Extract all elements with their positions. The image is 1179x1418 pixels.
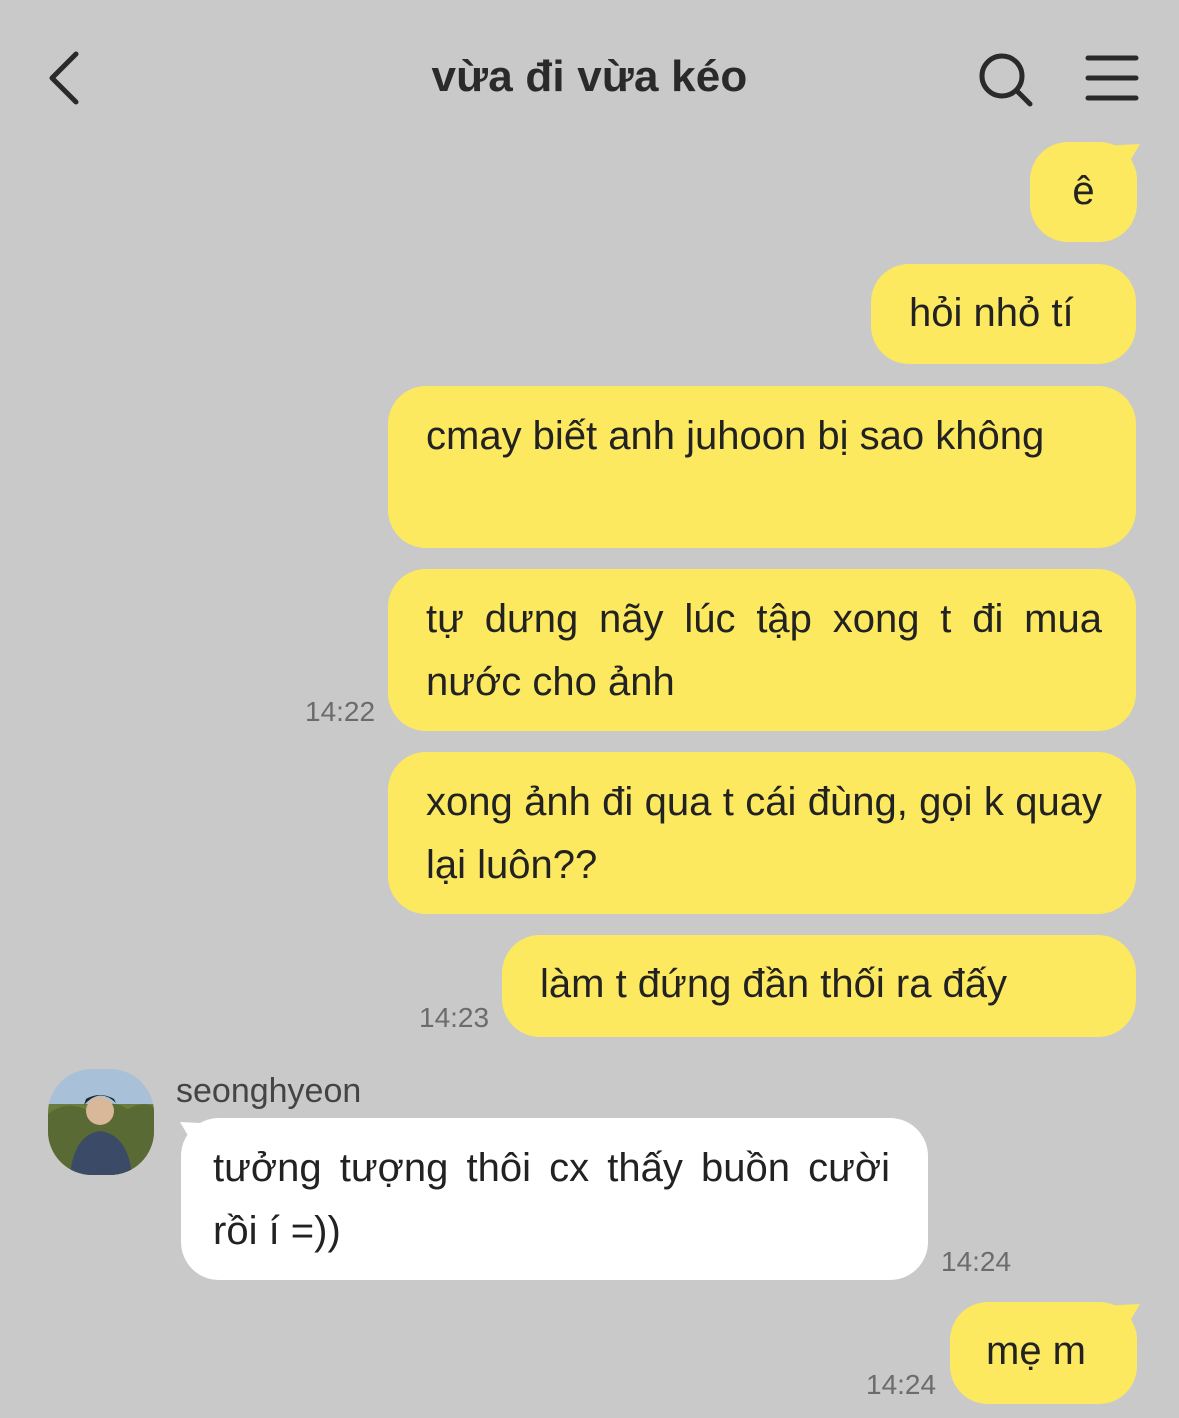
message-text: làm t đứng đần thối ra đấy [540, 962, 1008, 1006]
message-text: cmay biết anh juhoon bị sao không [426, 414, 1045, 458]
chat-header: vừa đi vừa kéo [0, 0, 1179, 150]
message-timestamp: 14:23 [419, 1002, 490, 1033]
message-bubble-received[interactable]: tưởng tượng thôi cx thấy buồn cười rồi í… [181, 1118, 928, 1280]
avatar-photo [48, 1069, 154, 1175]
message-bubble-sent[interactable]: làm t đứng đần thối ra đấy [502, 935, 1136, 1037]
message-text: hỏi nhỏ tí [909, 291, 1074, 335]
message-text: ê [1072, 169, 1095, 213]
search-icon [979, 53, 1033, 107]
message-bubble-sent[interactable]: hỏi nhỏ tí [871, 264, 1136, 364]
menu-button[interactable] [1084, 52, 1144, 104]
sender-name: seonghyeon [176, 1072, 362, 1110]
message-bubble-sent[interactable]: mẹ m [950, 1302, 1137, 1404]
message-text: mẹ m [986, 1329, 1086, 1373]
message-bubble-sent[interactable]: cmay biết anh juhoon bị sao không [388, 386, 1136, 548]
message-timestamp: 14:22 [305, 696, 376, 727]
message-timestamp: 14:24 [866, 1369, 937, 1400]
message-timestamp: 14:24 [941, 1246, 1012, 1277]
avatar[interactable] [48, 1069, 154, 1175]
message-bubble-sent[interactable]: xong ảnh đi qua t cái đùng, gọi k quay l… [388, 752, 1136, 914]
message-bubble-sent[interactable]: ê [1030, 142, 1137, 242]
message-text: xong ảnh đi qua t cái đùng, gọi k quay l… [426, 780, 1102, 887]
message-bubble-sent[interactable]: tự dưng nãy lúc tập xong t đi mua nước c… [388, 569, 1136, 731]
search-button[interactable] [974, 50, 1038, 110]
hamburger-menu-icon [1085, 55, 1139, 101]
message-text: tự dưng nãy lúc tập xong t đi mua nước c… [426, 597, 1102, 704]
message-text: tưởng tượng thôi cx thấy buồn cười rồi í… [213, 1146, 890, 1253]
